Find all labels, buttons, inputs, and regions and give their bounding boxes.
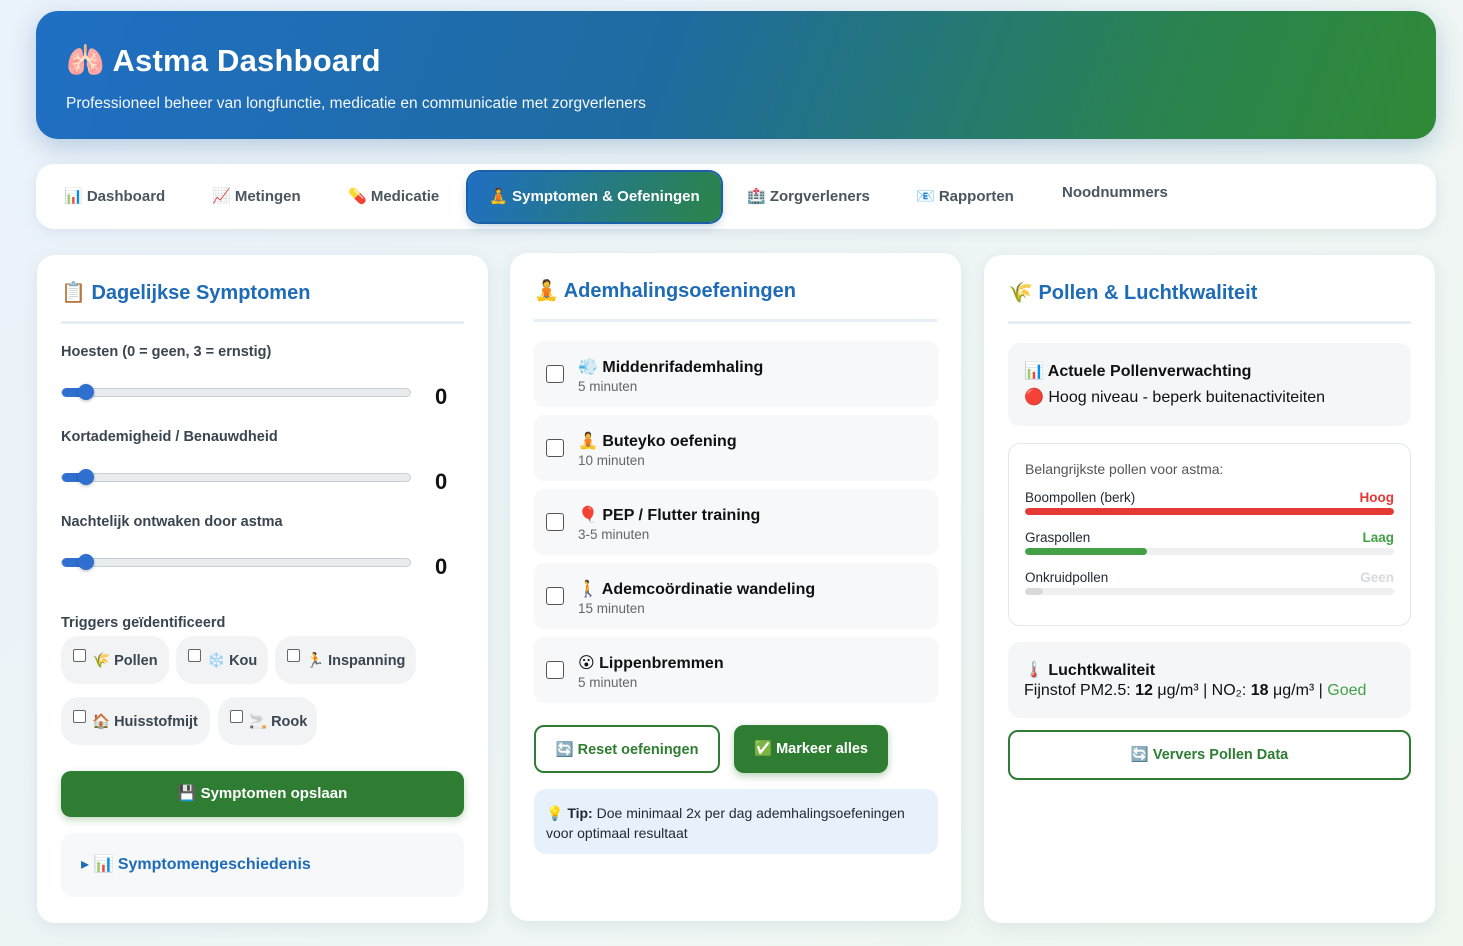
exercises-title: 🧘 Ademhalingsoefeningen <box>534 279 937 322</box>
checkbox[interactable] <box>73 649 86 662</box>
tab-metingen[interactable]: 📈 Metingen <box>212 172 301 222</box>
pollen-bar <box>1025 588 1394 595</box>
pollen-list: Belangrijkste pollen voor astma: Boompol… <box>1008 443 1411 626</box>
tab-medicatie[interactable]: 💊 Medicatie <box>348 172 439 222</box>
checkbox[interactable] <box>287 649 300 662</box>
pollen-bar <box>1025 508 1394 515</box>
tip-box: 💡 Tip: Doe minimaal 2x per dag ademhalin… <box>534 789 938 854</box>
slider-value-cough: 0 <box>435 384 448 409</box>
exercise-item[interactable]: 🧘 Buteyko oefening 10 minuten <box>534 415 938 481</box>
pollen-row: Onkruidpollen Geen <box>1025 570 1394 600</box>
trigger-pollen[interactable]: 🌾 Pollen <box>61 636 169 684</box>
main-nav: 📊 Dashboard 📈 Metingen 💊 Medicatie 🧘 Sym… <box>36 164 1436 229</box>
tab-noodnummers[interactable]: Noodnummers <box>1062 168 1168 218</box>
refresh-pollen-button[interactable]: 🔄 Ververs Pollen Data <box>1008 730 1411 780</box>
checkbox[interactable] <box>546 439 564 457</box>
slider-value-breath: 0 <box>435 469 448 494</box>
air-quality: 🌡️ Luchtkwaliteit Fijnstof PM2.5: 12 μg/… <box>1008 642 1411 718</box>
exercise-item[interactable]: 🎈 PEP / Flutter training 3-5 minuten <box>534 489 938 555</box>
tip-prefix: 💡 Tip: <box>546 805 593 821</box>
pollen-row: Boompollen (berk) Hoog <box>1025 490 1394 520</box>
slider-thumb[interactable] <box>78 384 94 400</box>
checkbox[interactable] <box>546 513 564 531</box>
save-symptoms-button[interactable]: 💾 Symptomen opslaan <box>61 771 464 817</box>
tab-zorgverleners[interactable]: 🏥 Zorgverleners <box>747 172 870 222</box>
symptom-history-toggle[interactable]: ▸ 📊 Symptomengeschiedenis <box>61 833 464 897</box>
checkbox[interactable] <box>546 587 564 605</box>
slider-thumb[interactable] <box>78 469 94 485</box>
checkbox[interactable] <box>230 710 243 723</box>
checkbox[interactable] <box>546 365 564 383</box>
exercise-item[interactable]: 😮 Lippenbremmen 5 minuten <box>534 637 938 703</box>
slider-night[interactable] <box>61 554 411 570</box>
forecast-title: 📊 Actuele Pollenverwachting <box>1024 363 1252 380</box>
reset-exercises-button[interactable]: 🔄 Reset oefeningen <box>534 725 720 773</box>
tab-dashboard[interactable]: 📊 Dashboard <box>64 172 165 222</box>
checkbox[interactable] <box>73 710 86 723</box>
pollen-row: Graspollen Laag <box>1025 530 1394 560</box>
no2-value: 18 <box>1250 682 1269 699</box>
pollen-list-title: Belangrijkste pollen voor astma: <box>1025 461 1224 477</box>
pollen-bar <box>1025 548 1394 555</box>
slider-label-breath: Kortademigheid / Benauwdheid <box>61 429 278 445</box>
air-values: Fijnstof PM2.5: 12 μg/m³ | NO₂: 18 μg/m³… <box>1024 682 1367 699</box>
mark-all-button[interactable]: ✅ Markeer alles <box>734 725 888 773</box>
symptoms-title: 📋 Dagelijkse Symptomen <box>61 281 464 324</box>
triggers-label: Triggers geïdentificeerd <box>61 615 226 631</box>
trigger-rook[interactable]: 🚬 Rook <box>218 697 317 745</box>
trigger-kou[interactable]: ❄️ Kou <box>176 636 268 684</box>
trigger-inspanning[interactable]: 🏃 Inspanning <box>275 636 416 684</box>
slider-breath[interactable] <box>61 469 411 485</box>
forecast-status: 🔴 Hoog niveau - beperk buitenactiviteite… <box>1024 389 1325 406</box>
tab-rapporten[interactable]: 📧 Rapporten <box>916 172 1014 222</box>
app-header: 🫁 Astma Dashboard Professioneel beheer v… <box>36 11 1436 139</box>
tab-symptomen-oefeningen[interactable]: 🧘 Symptomen & Oefeningen <box>468 172 721 222</box>
pollen-card: 🌾 Pollen & Luchtkwaliteit 📊 Actuele Poll… <box>984 255 1435 923</box>
exercise-item[interactable]: 🚶 Ademcoördinatie wandeling 15 minuten <box>534 563 938 629</box>
exercises-card: 🧘 Ademhalingsoefeningen 💨 Middenrifademh… <box>510 253 961 921</box>
slider-label-cough: Hoesten (0 = geen, 3 = ernstig) <box>61 344 272 360</box>
exercise-item[interactable]: 💨 Middenrifademhaling 5 minuten <box>534 341 938 407</box>
slider-value-night: 0 <box>435 554 448 579</box>
tip-text: Doe minimaal 2x per dag ademhalingsoefen… <box>546 805 905 841</box>
pollen-level: Hoog <box>1359 490 1395 505</box>
checkbox[interactable] <box>546 661 564 679</box>
pollen-level: Laag <box>1362 530 1394 545</box>
trigger-huisstofmijt[interactable]: 🏠 Huisstofmijt <box>61 697 210 745</box>
slider-label-night: Nachtelijk ontwaken door astma <box>61 514 283 530</box>
air-status: Goed <box>1327 682 1367 699</box>
air-title: 🌡️ Luchtkwaliteit <box>1024 662 1156 679</box>
page-subtitle: Professioneel beheer van longfunctie, me… <box>66 95 646 112</box>
slider-thumb[interactable] <box>78 554 94 570</box>
pollen-title: 🌾 Pollen & Luchtkwaliteit <box>1008 281 1411 324</box>
symptoms-card: 📋 Dagelijkse Symptomen Hoesten (0 = geen… <box>37 255 488 923</box>
pm25-value: 12 <box>1135 682 1153 699</box>
slider-cough[interactable] <box>61 384 411 400</box>
pollen-forecast: 📊 Actuele Pollenverwachting 🔴 Hoog nivea… <box>1008 343 1411 426</box>
page-title: 🫁 Astma Dashboard <box>66 43 381 78</box>
checkbox[interactable] <box>188 649 201 662</box>
pollen-level: Geen <box>1360 570 1394 585</box>
